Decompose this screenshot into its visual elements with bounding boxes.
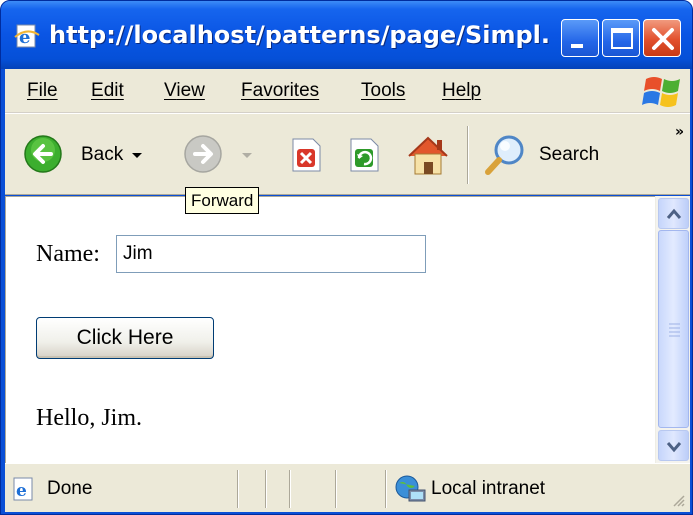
menu-edit-key: E [91, 80, 104, 101]
vertical-scrollbar[interactable] [655, 196, 690, 463]
svg-text:e: e [19, 27, 30, 48]
chevron-down-icon [666, 442, 682, 453]
status-separator [385, 470, 387, 508]
forward-button[interactable] [183, 134, 255, 176]
menu-favorites-key: Fa [241, 80, 264, 101]
window-title: http://localhost/patterns/page/Simpl... [49, 21, 549, 49]
search-label: Search [539, 144, 600, 165]
menu-favorites-label: vorites [263, 80, 320, 101]
status-separator [289, 470, 291, 508]
svg-text:e: e [16, 481, 27, 501]
menu-help-label: elp [455, 80, 482, 101]
grip-icon [669, 323, 680, 337]
click-here-button[interactable]: Click Here [36, 317, 214, 359]
menu-edit-label: dit [103, 80, 124, 101]
back-button[interactable]: Back [23, 134, 148, 176]
scroll-thumb[interactable] [658, 230, 689, 428]
greeting-text: Hello, Jim. [36, 405, 142, 431]
ie-page-icon: e [14, 24, 40, 48]
name-label: Name: [36, 241, 100, 267]
status-text: Done [47, 478, 93, 499]
status-separator [335, 470, 337, 508]
toolbar-separator [467, 126, 469, 184]
menu-file[interactable]: File [27, 69, 58, 113]
status-separator [237, 470, 239, 508]
forward-arrow-icon [184, 135, 222, 173]
stop-icon[interactable] [287, 136, 325, 174]
menu-help-key: H [442, 80, 456, 101]
menu-view-key: V [164, 80, 177, 101]
refresh-icon[interactable] [345, 136, 383, 174]
menu-file-key: F [27, 80, 39, 101]
page-content: Name: Click Here Hello, Jim. [5, 196, 655, 463]
minimize-icon [571, 44, 583, 48]
back-label: Back [81, 144, 124, 165]
forward-tooltip: Forward [185, 187, 260, 214]
menu-tools-key: T [361, 80, 371, 101]
menu-tools[interactable]: Tools [361, 69, 405, 113]
page-done-icon: e [13, 477, 33, 501]
resize-grip-icon[interactable] [670, 492, 686, 508]
menu-help[interactable]: Help [442, 69, 481, 113]
status-separator [265, 470, 267, 508]
menu-edit[interactable]: Edit [91, 69, 124, 113]
minimize-button[interactable] [561, 19, 599, 57]
toolbar: Back Search » [5, 113, 690, 195]
scroll-down-button[interactable] [658, 430, 689, 461]
toolbar-overflow-chevron[interactable]: » [675, 124, 684, 140]
menu-tools-label: ools [370, 80, 406, 101]
back-arrow-icon [24, 135, 62, 173]
name-input[interactable] [116, 235, 426, 273]
title-bar[interactable]: e http://localhost/patterns/page/Simpl..… [1, 1, 692, 69]
close-button[interactable] [643, 19, 681, 57]
menu-favorites[interactable]: Favorites [241, 69, 319, 113]
maximize-button[interactable] [602, 19, 640, 57]
maximize-icon [611, 28, 633, 49]
search-button[interactable]: Search [483, 132, 613, 178]
local-intranet-icon [395, 475, 426, 502]
chevron-up-icon [666, 208, 682, 219]
status-bar: e Done Local intranet [5, 463, 690, 512]
windows-logo-icon [642, 77, 680, 107]
close-icon [652, 28, 674, 50]
menu-file-label: ile [38, 80, 58, 101]
back-dropdown-icon[interactable] [131, 150, 143, 162]
browser-window: e http://localhost/patterns/page/Simpl..… [0, 0, 693, 515]
scroll-up-button[interactable] [658, 198, 689, 229]
search-icon [485, 135, 524, 175]
forward-dropdown-icon[interactable] [241, 150, 253, 162]
menu-view-label: iew [176, 80, 205, 101]
menu-view[interactable]: View [164, 69, 205, 113]
menu-bar: File Edit View Favorites Tools Help [5, 69, 690, 113]
zone-text: Local intranet [431, 478, 546, 499]
home-icon[interactable] [403, 132, 453, 178]
